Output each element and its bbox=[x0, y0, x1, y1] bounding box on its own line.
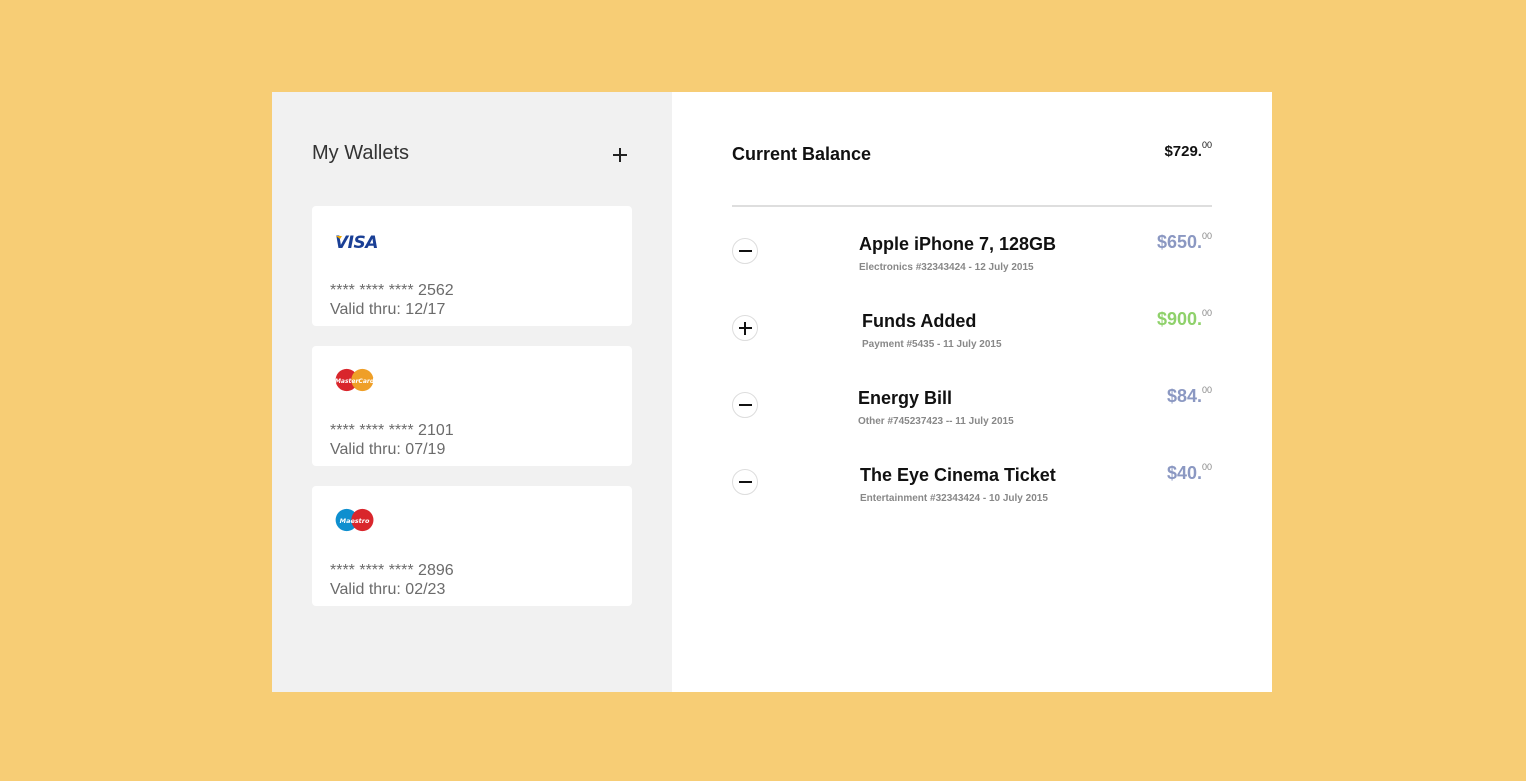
transaction-name: The Eye Cinema Ticket bbox=[860, 465, 1056, 485]
balance-amount-cents: 00 bbox=[1201, 140, 1212, 150]
wallets-title: My Wallets bbox=[312, 142, 410, 164]
add-wallet-button[interactable] bbox=[610, 145, 630, 165]
plus-icon[interactable] bbox=[732, 315, 758, 341]
card-number: **** **** **** 2101 bbox=[330, 422, 454, 439]
divider bbox=[732, 205, 1212, 207]
card-valid-thru: Valid thru: 12/17 bbox=[330, 301, 446, 318]
minus-icon[interactable] bbox=[732, 469, 758, 495]
transaction-meta: Entertainment #32343424 - 10 July 2015 bbox=[860, 493, 1048, 504]
balance-amount: $729.00 bbox=[1164, 140, 1212, 160]
transaction-row[interactable]: Funds Added Payment #5435 - 11 July 2015… bbox=[732, 308, 1212, 371]
card-valid-thru: Valid thru: 02/23 bbox=[330, 581, 446, 598]
transaction-name: Apple iPhone 7, 128GB bbox=[859, 234, 1057, 254]
transaction-row[interactable]: The Eye Cinema Ticket Entertainment #323… bbox=[732, 462, 1212, 525]
transaction-name: Energy Bill bbox=[858, 388, 953, 408]
card-valid-thru: Valid thru: 07/19 bbox=[330, 441, 446, 458]
transaction-amount: $84.00 bbox=[1166, 385, 1212, 406]
balance-amount-value: $729. bbox=[1164, 143, 1202, 160]
minus-icon[interactable] bbox=[732, 392, 758, 418]
wallet-panel: My Wallets VISA **** **** **** 2562 Vali… bbox=[272, 92, 1272, 692]
wallet-card-maestro[interactable]: Maestro **** **** **** 2896 Valid thru: … bbox=[312, 486, 632, 606]
transaction-row[interactable]: Energy Bill Other #745237423 -- 11 July … bbox=[732, 385, 1212, 448]
transactions-panel: Current Balance $729.00 Apple iPhone 7, … bbox=[672, 92, 1272, 692]
transaction-amount: $40.00 bbox=[1166, 462, 1212, 483]
visa-logo-icon: VISA bbox=[335, 233, 378, 253]
transaction-meta: Payment #5435 - 11 July 2015 bbox=[862, 339, 1002, 350]
svg-text:Maestro: Maestro bbox=[340, 517, 370, 525]
maestro-logo-icon: Maestro bbox=[335, 508, 374, 532]
wallet-card-mastercard[interactable]: MasterCard **** **** **** 2101 Valid thr… bbox=[312, 346, 632, 466]
mastercard-logo-icon: MasterCard bbox=[335, 368, 375, 392]
svg-text:MasterCard: MasterCard bbox=[335, 378, 375, 385]
transaction-row[interactable]: Apple iPhone 7, 128GB Electronics #32343… bbox=[732, 231, 1212, 294]
card-number: **** **** **** 2896 bbox=[330, 562, 454, 579]
card-number: **** **** **** 2562 bbox=[330, 282, 454, 299]
wallet-card-visa[interactable]: VISA **** **** **** 2562 Valid thru: 12/… bbox=[312, 206, 632, 326]
transaction-amount: $900.00 bbox=[1156, 308, 1212, 329]
balance-title: Current Balance bbox=[732, 144, 872, 164]
transaction-name: Funds Added bbox=[862, 311, 977, 331]
transaction-meta: Other #745237423 -- 11 July 2015 bbox=[858, 416, 1014, 427]
transaction-meta: Electronics #32343424 - 12 July 2015 bbox=[859, 262, 1034, 273]
minus-icon[interactable] bbox=[732, 238, 758, 264]
wallets-sidebar: My Wallets VISA **** **** **** 2562 Vali… bbox=[272, 92, 672, 692]
transaction-amount: $650.00 bbox=[1156, 231, 1212, 252]
